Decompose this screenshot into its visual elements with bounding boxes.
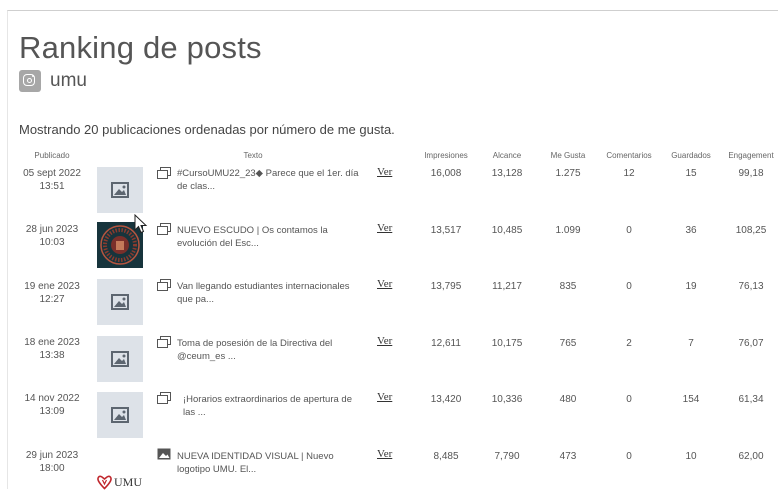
- likes-value: 835: [559, 281, 577, 292]
- impressions-value: 13,420: [430, 394, 462, 405]
- umu-logo-text: UMU: [114, 475, 143, 489]
- table-row: 05 sept 2022 13:51 #CursoUMU22_23◆ Parece…: [0, 166, 784, 218]
- column-header-reach: Alcance: [492, 151, 522, 160]
- carousel-icon: [157, 167, 171, 179]
- saves-value: 7: [688, 338, 694, 349]
- post-date: 05 sept 2022 13:51: [23, 168, 81, 192]
- post-text: #CursoUMU22_23◆ Parece que el 1er. día d…: [177, 168, 359, 192]
- engagement-value: 108,25: [735, 225, 767, 236]
- column-header-comments: Comentarios: [606, 151, 652, 160]
- post-date: 19 ene 2023 12:27: [24, 281, 80, 305]
- reach-value: 10,175: [491, 338, 523, 349]
- engagement-value: 62,00: [738, 451, 764, 462]
- image-icon: [157, 448, 171, 460]
- placeholder-image-icon: [111, 351, 129, 367]
- saves-value: 15: [685, 168, 697, 179]
- post-text: ¡Horarios extraordinarios de apertura de…: [183, 394, 352, 418]
- comments-value: 0: [626, 281, 632, 292]
- reach-value: 11,217: [492, 281, 522, 292]
- placeholder-image-icon: [111, 294, 129, 310]
- engagement-value: 76,13: [738, 281, 764, 292]
- post-thumbnail[interactable]: UMU: [97, 448, 143, 490]
- post-thumbnail[interactable]: [97, 392, 143, 438]
- column-header-engagement: Engagement: [728, 151, 774, 160]
- impressions-value: 13,517: [430, 225, 462, 236]
- engagement-value: 61,34: [738, 394, 764, 405]
- reach-value: 10,336: [491, 394, 523, 405]
- table-row: 14 nov 2022 13:09 ¡Horarios extraordinari…: [0, 391, 784, 443]
- post-thumbnail[interactable]: [97, 336, 143, 382]
- view-post-link[interactable]: Ver: [377, 391, 392, 403]
- saves-value: 36: [685, 225, 697, 236]
- carousel-icon: [157, 223, 171, 235]
- comments-value: 0: [626, 451, 632, 462]
- view-post-link[interactable]: Ver: [377, 222, 392, 234]
- column-header-text: Texto: [243, 151, 263, 160]
- view-post-link[interactable]: Ver: [377, 448, 392, 460]
- likes-value: 473: [559, 451, 577, 462]
- carousel-icon: [157, 392, 171, 404]
- comments-value: 0: [626, 394, 632, 405]
- likes-value: 1.275: [555, 168, 581, 179]
- saves-value: 154: [682, 394, 700, 405]
- comments-value: 2: [626, 338, 632, 349]
- post-date: 28 jun 2023 10:03: [25, 224, 79, 248]
- comments-value: 12: [623, 168, 635, 179]
- post-thumbnail[interactable]: [97, 167, 143, 213]
- reach-value: 13,128: [491, 168, 523, 179]
- likes-value: 1.099: [555, 225, 581, 236]
- post-date: 14 nov 2022 13:09: [24, 393, 80, 417]
- impressions-value: 8,485: [433, 451, 459, 462]
- table-row: 28 jun 2023 10:03 NUEVO ESCUDO | Os conta…: [0, 222, 784, 274]
- mouse-pointer-icon: [134, 214, 148, 234]
- results-summary: Mostrando 20 publicaciones ordenadas por…: [19, 122, 395, 137]
- likes-value: 765: [559, 338, 577, 349]
- table-row: 29 jun 2023 18:00 UMU NUEVA IDENTIDAD VIS…: [0, 448, 784, 490]
- engagement-value: 99,18: [738, 168, 764, 179]
- placeholder-image-icon: [111, 407, 129, 423]
- impressions-value: 13,795: [430, 281, 462, 292]
- page-title: Ranking de posts: [19, 30, 262, 65]
- table-row: 18 ene 2023 13:38 Toma de posesión de la …: [0, 335, 784, 387]
- table-row: 19 ene 2023 12:27 Van llegando estudiante…: [0, 278, 784, 331]
- saves-value: 10: [685, 451, 697, 462]
- reach-value: 10,485: [491, 225, 523, 236]
- post-text: Toma de posesión de la Directiva del @ce…: [177, 338, 333, 362]
- carousel-icon: [157, 279, 171, 291]
- post-text: NUEVA IDENTIDAD VISUAL | Nuevo logotipo …: [177, 451, 334, 475]
- saves-value: 19: [685, 281, 697, 292]
- placeholder-image-icon: [111, 182, 129, 198]
- instagram-icon: [19, 70, 41, 92]
- engagement-value: 76,07: [738, 338, 764, 349]
- likes-value: 480: [559, 394, 577, 405]
- post-date: 29 jun 2023 18:00: [25, 450, 79, 474]
- reach-value: 7,790: [494, 451, 520, 462]
- post-text: Van llegando estudiantes internacionales…: [177, 281, 350, 305]
- post-text: NUEVO ESCUDO | Os contamos la evolución …: [177, 225, 328, 249]
- column-header-impressions: Impresiones: [424, 151, 468, 160]
- column-header-published: Publicado: [34, 151, 70, 160]
- view-post-link[interactable]: Ver: [377, 166, 392, 178]
- column-header-likes: Me Gusta: [550, 151, 586, 160]
- account-header: umu: [19, 69, 87, 93]
- impressions-value: 16,008: [430, 168, 462, 179]
- view-post-link[interactable]: Ver: [377, 335, 392, 347]
- impressions-value: 12,611: [431, 338, 461, 349]
- carousel-icon: [157, 336, 171, 348]
- column-header-saves: Guardados: [671, 151, 711, 160]
- post-thumbnail[interactable]: [97, 279, 143, 325]
- comments-value: 0: [626, 225, 632, 236]
- view-post-link[interactable]: Ver: [377, 278, 392, 290]
- post-date: 18 ene 2023 13:38: [24, 337, 80, 361]
- account-name: umu: [50, 70, 87, 91]
